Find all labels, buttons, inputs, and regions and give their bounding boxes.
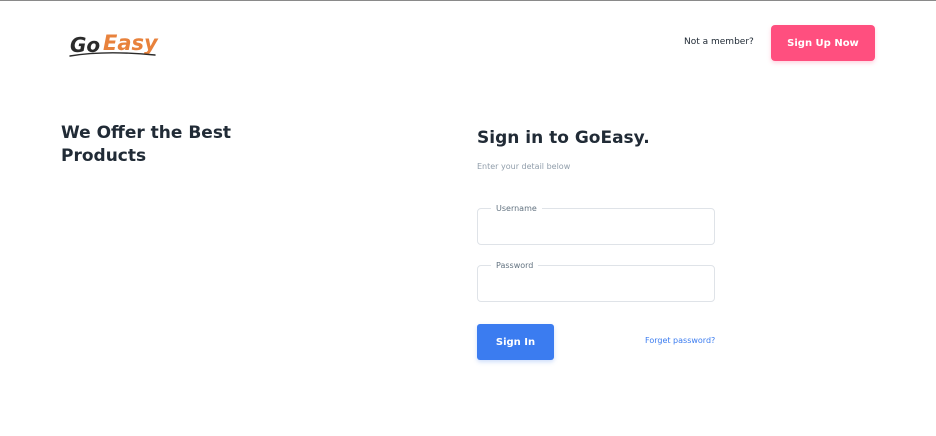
goeasy-logo[interactable]: Go Easy: [69, 30, 165, 64]
sign-in-button[interactable]: Sign In: [477, 324, 554, 360]
sign-up-now-button[interactable]: Sign Up Now: [771, 25, 875, 61]
forgot-password-link[interactable]: Forget password?: [645, 336, 715, 345]
hero-title: We Offer the Best Products: [61, 123, 232, 166]
logo-swoosh-icon: [69, 52, 156, 57]
top-border-line: [0, 0, 936, 1]
password-input[interactable]: [478, 266, 714, 301]
signin-subtitle: Enter your detail below: [477, 162, 571, 171]
password-field: Password: [477, 260, 715, 302]
signin-title: Sign in to GoEasy.: [477, 128, 650, 148]
username-field: Username: [477, 203, 715, 245]
not-member-text: Not a member?: [684, 37, 754, 47]
username-input[interactable]: [478, 209, 714, 244]
